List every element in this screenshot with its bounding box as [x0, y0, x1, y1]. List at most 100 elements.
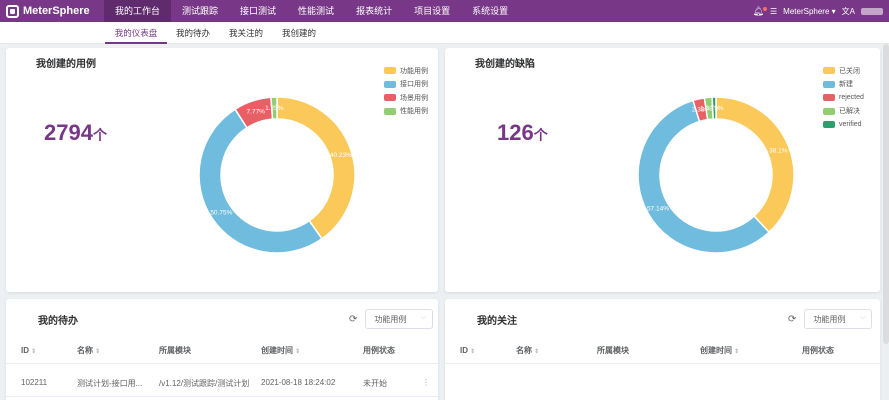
column-header-module: 所属模块: [597, 346, 629, 355]
todo-toolbar: ⟳ 功能用例 ⌵: [349, 309, 434, 329]
column-header-status: 用例状态: [802, 346, 834, 355]
legend-swatch: [384, 94, 396, 102]
nav-item-performance-test[interactable]: 性能测试: [287, 0, 345, 22]
card-title: 我的待办: [38, 316, 78, 327]
case-count-number: 2794: [44, 120, 93, 145]
card-title: 我创建的用例: [36, 59, 96, 70]
tab-my-follow[interactable]: 我关注的: [223, 22, 269, 44]
my-follow-card: 我的关注 ⟳ 功能用例 ⌵ ID ⇕ 名称 ⇕ 所属模块 创建时间 ⇕ 用例状态: [445, 299, 880, 400]
legend-item[interactable]: verified: [823, 118, 864, 132]
select-value: 功能用例: [374, 314, 407, 324]
refresh-icon[interactable]: ⟳: [349, 314, 357, 325]
case-type-select[interactable]: 功能用例 ⌵: [804, 309, 873, 329]
slice-label-1: 57.14%: [647, 205, 669, 212]
legend-label: 性能用例: [400, 108, 428, 116]
logo[interactable]: MeterSphere: [0, 0, 104, 22]
legend-swatch: [823, 67, 835, 75]
legend-item[interactable]: 功能用例: [384, 64, 428, 78]
bugs-legend: 已关闭 新建 rejected 已解决 verified: [823, 64, 864, 132]
bug-count-unit: 个: [533, 127, 548, 143]
legend-swatch: [823, 107, 835, 115]
chevron-down-icon: ⌵: [860, 314, 866, 321]
chevron-down-icon: ▾: [831, 6, 836, 16]
legend-swatch: [823, 80, 835, 88]
cell-status: 未开始: [363, 379, 387, 388]
nav-item-system-settings[interactable]: 系统设置: [461, 0, 519, 22]
sort-icon: ⇕: [31, 349, 37, 355]
main-nav: 我的工作台 测试跟踪 接口测试 性能测试 报表统计 项目设置 系统设置: [104, 0, 519, 22]
legend-label: 接口用例: [400, 81, 428, 89]
column-header-id[interactable]: ID ⇕: [21, 346, 36, 355]
slice-label-1: 50.75%: [210, 209, 232, 216]
card-title: 我的关注: [477, 316, 517, 327]
sort-icon: ⇕: [534, 349, 540, 355]
legend-label: 已解决: [839, 108, 860, 116]
tab-my-dashboard[interactable]: 我的仪表盘: [105, 22, 167, 44]
case-count-unit: 个: [92, 127, 107, 143]
chevron-down-icon: ⌵: [421, 314, 427, 321]
notification-dot: [762, 6, 767, 11]
legend-swatch: [823, 121, 835, 129]
page-scrollbar[interactable]: [883, 44, 889, 344]
select-value: 功能用例: [813, 314, 846, 324]
cell-name[interactable]: 测试计划-接口用...: [77, 378, 142, 389]
tab-my-todo[interactable]: 我的待办: [170, 22, 216, 44]
bugs-donut-chart: 38.1%57.14%2.38%1.59%0.79%: [637, 96, 795, 254]
bell-icon[interactable]: 🔔︎: [753, 6, 767, 17]
column-header-name[interactable]: 名称 ⇕: [516, 345, 539, 356]
my-todo-card: 我的待办 ⟳ 功能用例 ⌵ ID ⇕ 名称 ⇕ 所属模块 创建时间 ⇕ 用例状态 10…: [6, 299, 438, 400]
legend-label: 场景用例: [400, 94, 428, 102]
tab-my-created[interactable]: 我创建的: [276, 22, 322, 44]
workspace-name: MeterSphere: [783, 6, 830, 16]
nav-item-test-track[interactable]: 测试跟踪: [171, 0, 229, 22]
legend-item[interactable]: 新建: [823, 78, 864, 92]
legend-item[interactable]: 接口用例: [384, 78, 428, 92]
refresh-icon[interactable]: ⟳: [788, 314, 796, 325]
nav-item-workbench[interactable]: 我的工作台: [104, 0, 172, 22]
nav-item-api-test[interactable]: 接口测试: [229, 0, 287, 22]
legend-swatch: [384, 67, 396, 75]
legend-label: rejected: [839, 94, 864, 102]
sort-icon: ⇕: [295, 349, 301, 355]
donut-slice-1[interactable]: [198, 108, 323, 254]
column-header-created[interactable]: 创建时间 ⇕: [700, 345, 739, 356]
slice-label-0: 38.1%: [769, 148, 788, 155]
slice-label-4: 0.79%: [705, 105, 724, 112]
donut-slice-0[interactable]: [276, 96, 356, 240]
logo-icon: [6, 4, 19, 18]
legend-item[interactable]: 性能用例: [384, 105, 428, 119]
legend-swatch: [384, 80, 396, 88]
cases-donut-chart: 40.23% 50.75% 7.77% 1.25%: [198, 96, 356, 254]
nav-item-project-settings[interactable]: 项目设置: [403, 0, 461, 22]
column-header-module: 所属模块: [159, 346, 191, 355]
bug-count-number: 126: [497, 120, 534, 145]
case-type-select[interactable]: 功能用例 ⌵: [365, 309, 434, 329]
table-row[interactable]: 102211 测试计划-接口用... /v1.12/测试跟踪/测试计划 2021…: [6, 369, 438, 397]
cases-legend: 功能用例 接口用例 场景用例 性能用例: [384, 64, 428, 118]
table-header: ID ⇕ 名称 ⇕ 所属模块 创建时间 ⇕ 用例状态: [6, 338, 438, 364]
legend-item[interactable]: rejected: [823, 91, 864, 105]
legend-item[interactable]: 已关闭: [823, 64, 864, 78]
legend-label: 新建: [839, 81, 853, 89]
workspace-switcher[interactable]: MeterSphere ▾: [783, 7, 836, 16]
follow-toolbar: ⟳ 功能用例 ⌵: [788, 309, 873, 329]
legend-item[interactable]: 场景用例: [384, 91, 428, 105]
sort-icon: ⇕: [470, 349, 476, 355]
created-bugs-card: 我创建的缺陷 126个 38.1% 57.14% 2.38% 1.59% 0.79% 已…: [445, 48, 880, 292]
case-count: 2794个: [44, 120, 107, 146]
column-header-status: 用例状态: [363, 346, 395, 355]
more-icon[interactable]: ⋮: [422, 378, 430, 387]
legend-item[interactable]: 已解决: [823, 105, 864, 119]
sort-icon: ⇕: [734, 349, 740, 355]
legend-swatch: [384, 107, 396, 115]
column-header-created[interactable]: 创建时间 ⇕: [261, 345, 300, 356]
column-header-name[interactable]: 名称 ⇕: [77, 345, 100, 356]
nav-item-report[interactable]: 报表统计: [345, 0, 403, 22]
language-switch[interactable]: 文A: [842, 6, 855, 17]
donut-slice-0[interactable]: [715, 96, 795, 234]
list-icon[interactable]: ☰: [770, 7, 777, 16]
user-menu[interactable]: [861, 7, 883, 15]
legend-label: 功能用例: [400, 67, 428, 75]
column-header-id[interactable]: ID ⇕: [460, 346, 475, 355]
slice-label-2: 7.77%: [247, 108, 266, 115]
